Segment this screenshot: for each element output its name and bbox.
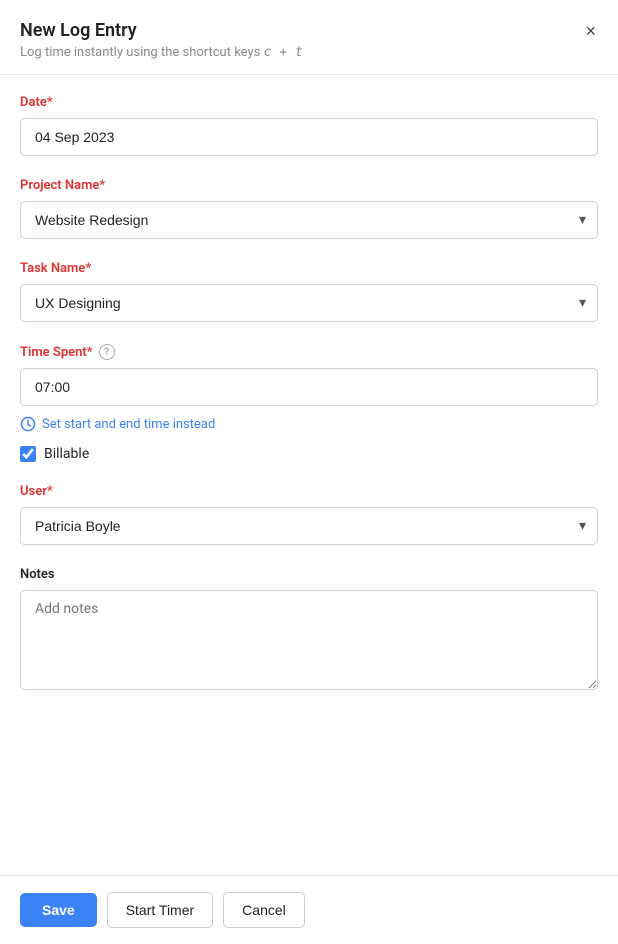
modal-footer: Save Start Timer Cancel [0,875,618,944]
project-select[interactable]: Website Redesign Mobile App Backend API [20,201,598,239]
time-label-row: Time Spent* ? [20,344,598,360]
billable-label[interactable]: Billable [44,446,89,462]
notes-label: Notes [20,567,598,582]
close-button[interactable]: × [581,18,600,44]
shortcut-keys: c + t [264,45,303,60]
modal-body: Date* Project Name* Website Redesign Mob… [0,75,618,875]
billable-row: Billable [20,446,598,462]
help-icon[interactable]: ? [99,344,115,360]
task-select[interactable]: UX Designing Development Testing Design … [20,284,598,322]
time-spent-group: Time Spent* ? Set start and end time ins… [20,344,598,462]
cancel-button[interactable]: Cancel [223,892,305,928]
clock-icon [20,416,36,432]
project-select-wrapper: Website Redesign Mobile App Backend API … [20,201,598,239]
modal-title: New Log Entry [20,20,598,41]
project-name-group: Project Name* Website Redesign Mobile Ap… [20,178,598,239]
notes-textarea[interactable] [20,590,598,690]
task-label: Task Name* [20,261,598,276]
project-label: Project Name* [20,178,598,193]
time-spent-input[interactable] [20,368,598,406]
time-label: Time Spent* [20,345,93,360]
save-button[interactable]: Save [20,893,97,927]
user-label: User* [20,484,598,499]
task-select-wrapper: UX Designing Development Testing Design … [20,284,598,322]
date-input[interactable] [20,118,598,156]
set-time-link-text: Set start and end time instead [42,417,215,432]
date-label: Date* [20,95,598,110]
user-select-wrapper: Patricia Boyle John Smith Alice Johnson … [20,507,598,545]
set-start-end-time-link[interactable]: Set start and end time instead [20,416,598,432]
user-group: User* Patricia Boyle John Smith Alice Jo… [20,484,598,545]
notes-group: Notes [20,567,598,694]
user-select[interactable]: Patricia Boyle John Smith Alice Johnson [20,507,598,545]
billable-checkbox[interactable] [20,446,36,462]
new-log-entry-modal: New Log Entry Log time instantly using t… [0,0,618,944]
date-group: Date* [20,95,598,156]
modal-subtitle: Log time instantly using the shortcut ke… [20,45,598,60]
subtitle-text: Log time instantly using the shortcut ke… [20,45,264,60]
modal-header: New Log Entry Log time instantly using t… [0,0,618,75]
task-name-group: Task Name* UX Designing Development Test… [20,261,598,322]
start-timer-button[interactable]: Start Timer [107,892,213,928]
